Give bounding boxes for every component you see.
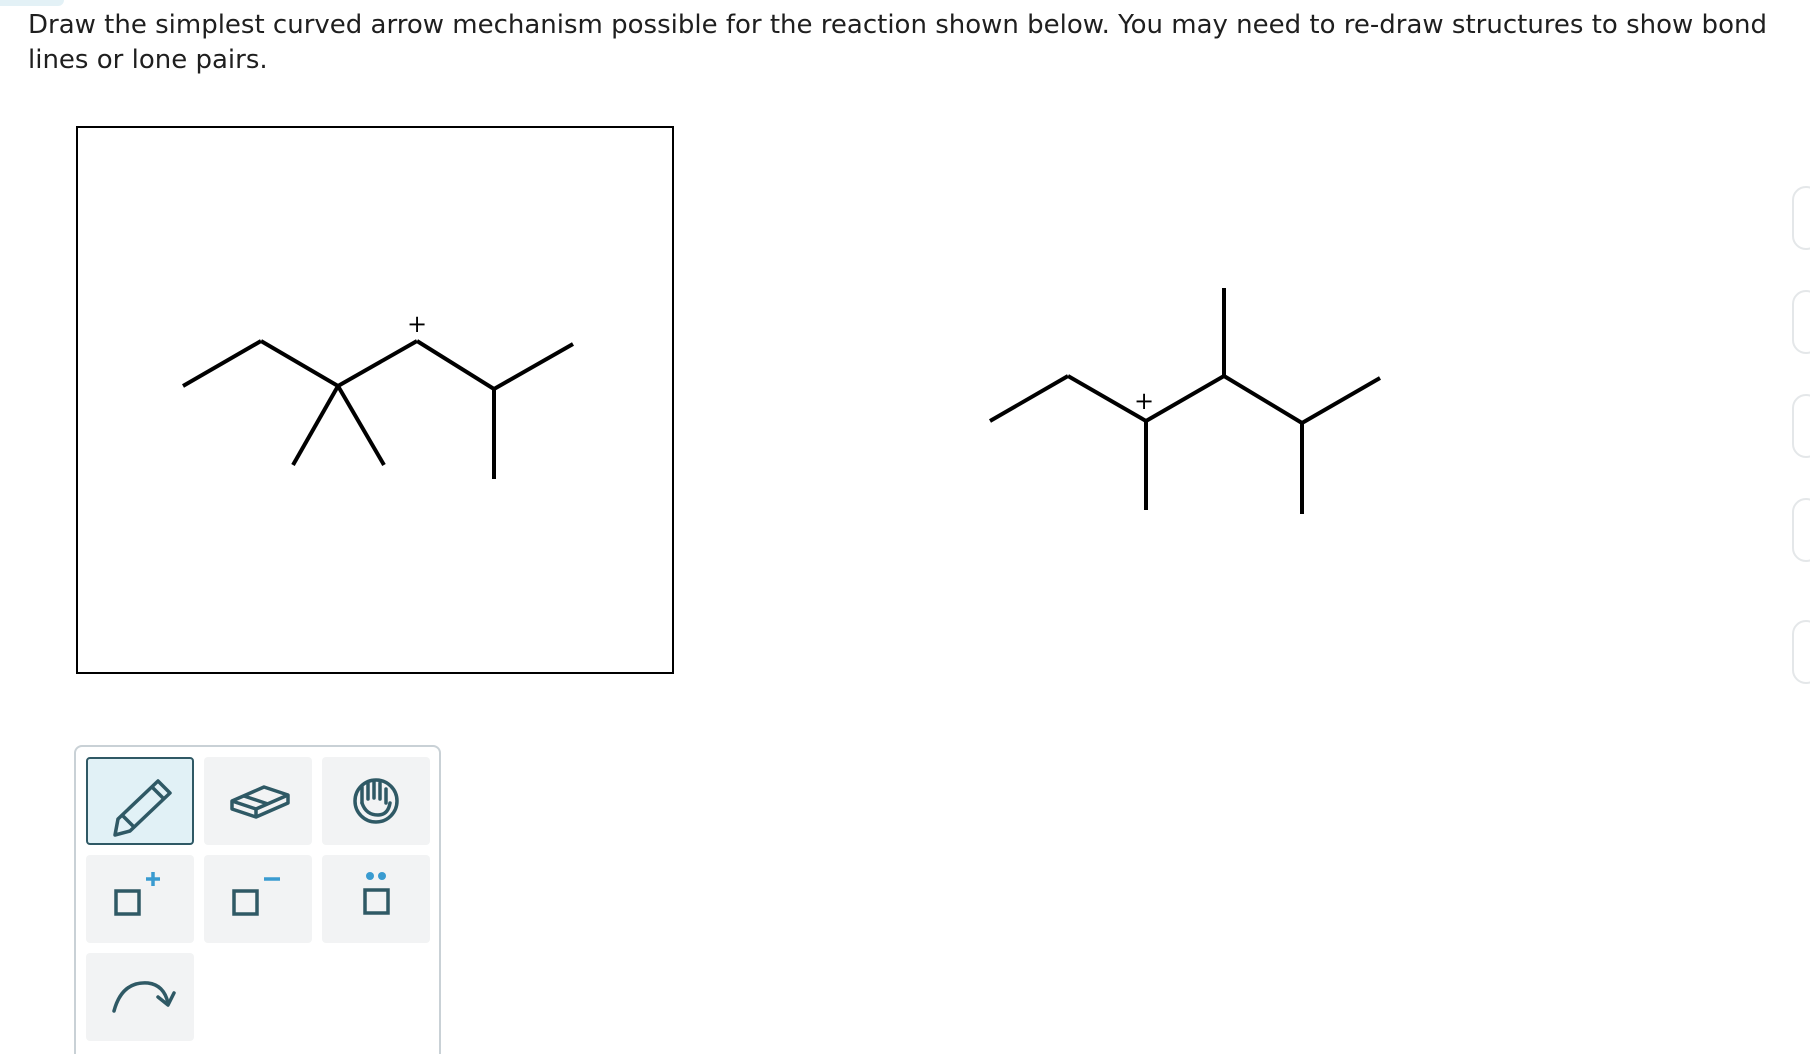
eraser-icon — [230, 785, 290, 819]
hand-tool-button[interactable] — [322, 757, 430, 845]
product-positive-charge: + — [1134, 387, 1155, 415]
bond — [336, 384, 386, 467]
side-control-5[interactable] — [1792, 620, 1810, 684]
bond — [182, 339, 262, 388]
reactant-structure — [182, 339, 574, 479]
drawing-canvas[interactable]: + — [76, 126, 674, 674]
curved-arrow-tool-button[interactable] — [86, 953, 194, 1041]
bond — [337, 339, 418, 388]
add-positive-charge-icon — [114, 872, 160, 916]
bond — [259, 339, 340, 388]
negative-charge-tool-button[interactable] — [204, 855, 312, 943]
pencil-icon — [113, 779, 172, 837]
bond — [1222, 374, 1304, 425]
bond — [493, 342, 574, 391]
side-control-2[interactable] — [1792, 290, 1810, 354]
tool-palette — [74, 745, 441, 1054]
bond — [1145, 374, 1225, 423]
add-lone-pair-icon — [363, 872, 390, 915]
bond — [1301, 376, 1381, 425]
positive-charge-tool-button[interactable] — [86, 855, 194, 943]
question-text: Draw the simplest curved arrow mechanism… — [28, 10, 1767, 75]
add-negative-charge-icon — [232, 877, 280, 916]
curved-arrow-icon — [112, 981, 176, 1013]
lone-pair-tool-button[interactable] — [322, 855, 430, 943]
side-control-1[interactable] — [1792, 186, 1810, 250]
reactant-positive-charge: + — [407, 310, 428, 338]
side-control-3[interactable] — [1792, 394, 1810, 458]
product-structure — [989, 288, 1381, 514]
pencil-tool-button[interactable] — [86, 757, 194, 845]
bond — [291, 385, 340, 466]
page: Draw the simplest curved arrow mechanism… — [0, 0, 1810, 1054]
hand-icon — [353, 778, 399, 824]
side-control-4[interactable] — [1792, 498, 1810, 562]
eraser-tool-button[interactable] — [204, 757, 312, 845]
bond — [989, 374, 1069, 423]
bond — [415, 339, 496, 391]
top-tab[interactable] — [0, 0, 64, 6]
